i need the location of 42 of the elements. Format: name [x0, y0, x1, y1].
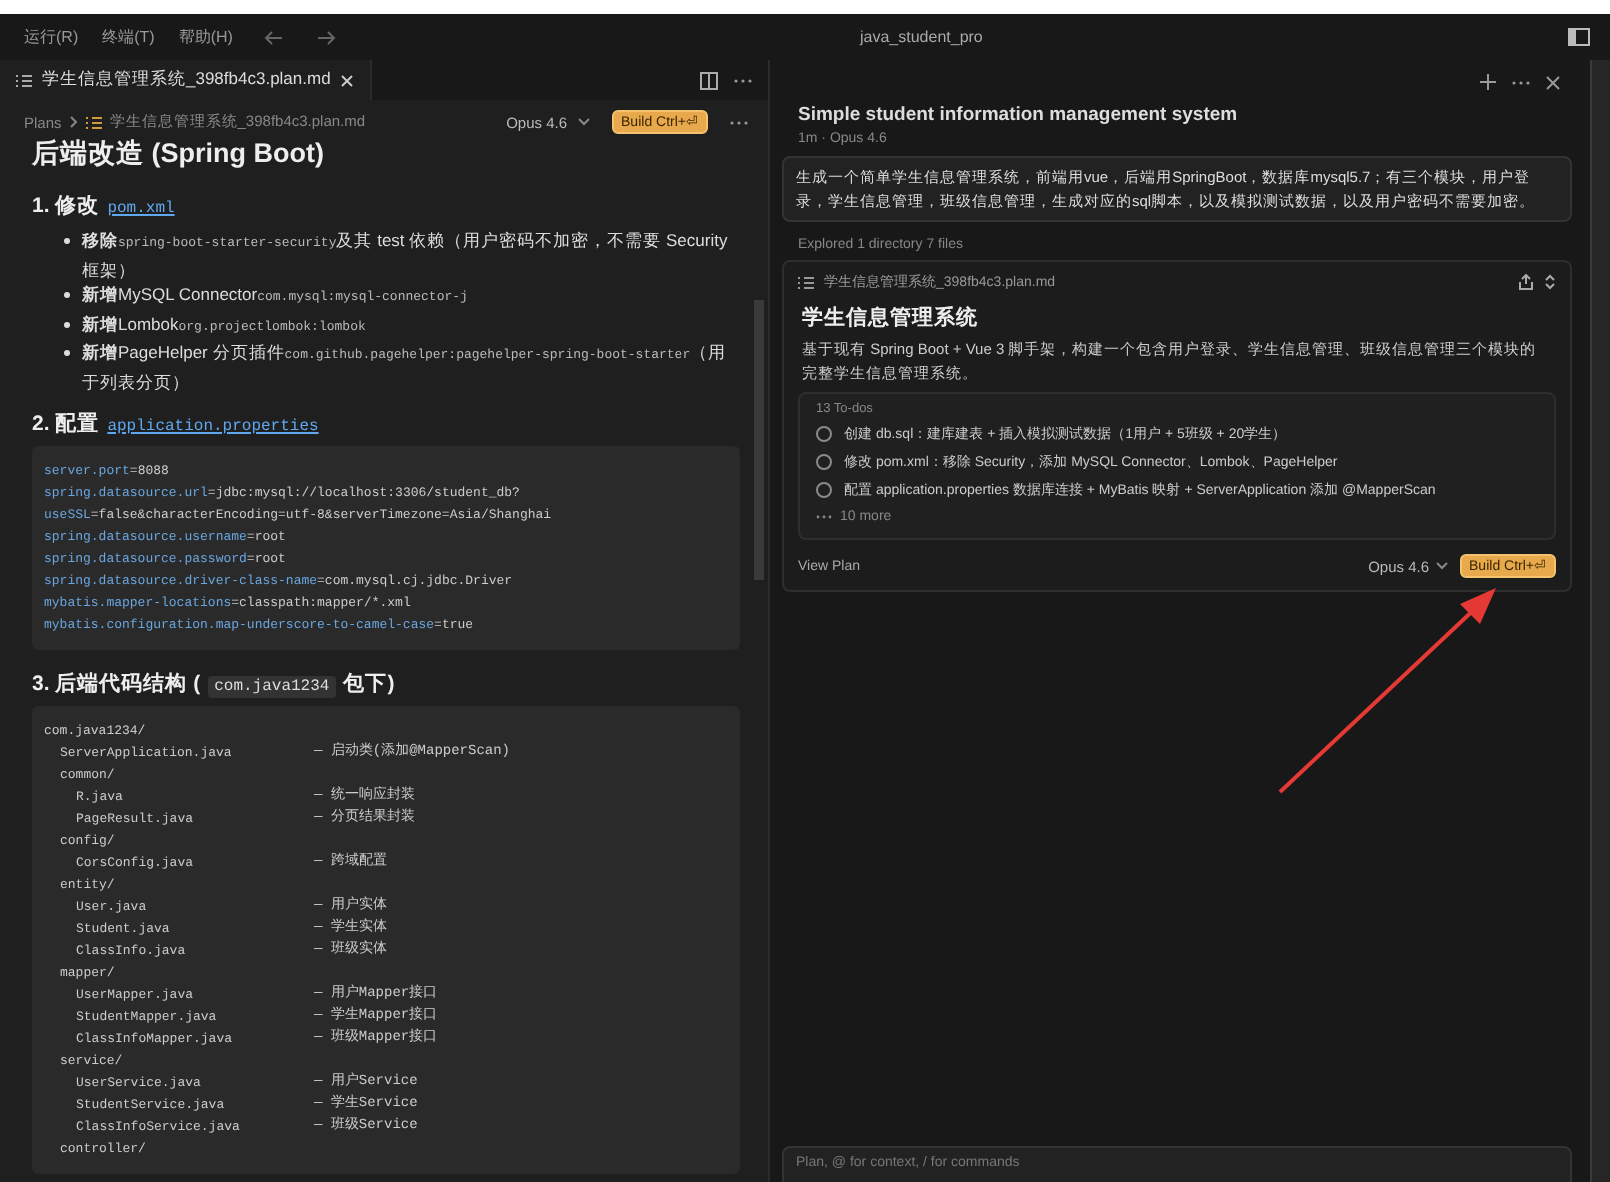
menu-item[interactable]: 帮助(H): [178, 26, 233, 48]
menu-item[interactable]: 运行(R): [24, 26, 79, 48]
code-link[interactable]: pom.xml: [107, 200, 175, 218]
menu-item[interactable]: 终端(T): [102, 26, 155, 48]
plan-title: 学生信息管理系统: [802, 304, 980, 332]
more-icon[interactable]: [1512, 79, 1530, 85]
window-title: java_student_pro: [860, 28, 983, 46]
share-icon[interactable]: [1518, 274, 1534, 290]
bullet-icon: [64, 238, 70, 244]
split-editor-icon[interactable]: [700, 71, 718, 89]
close-icon[interactable]: [1546, 75, 1560, 89]
list-icon: [798, 275, 814, 289]
bullet-icon: [64, 350, 70, 356]
bullet-icon: [64, 292, 70, 298]
inline-code: com.java1234: [208, 676, 336, 698]
editor-tab[interactable]: 学生信息管理系统_398fb4c3.plan.md: [0, 60, 373, 100]
chat-title: Simple student information management system: [798, 104, 1240, 126]
todo-checkbox[interactable]: [816, 426, 832, 442]
chevron-down-icon[interactable]: [1435, 562, 1448, 570]
list-icon: [16, 73, 32, 87]
code-link[interactable]: application.properties: [107, 418, 319, 436]
section-heading: 3. 后端代码结构 (: [32, 670, 201, 698]
section-heading: 1. 修改: [32, 192, 100, 220]
panel-layout-icon[interactable]: [1568, 28, 1590, 46]
add-icon[interactable]: [1480, 74, 1496, 90]
back-icon[interactable]: [264, 29, 285, 45]
section-heading: 2. 配置: [32, 410, 100, 438]
todo-checkbox[interactable]: [816, 482, 832, 498]
list-icon: [85, 115, 102, 129]
more-icon[interactable]: [730, 119, 748, 125]
document-heading: 后端改造 (Spring Boot): [32, 136, 326, 172]
chevron-down-icon[interactable]: [577, 118, 590, 126]
more-icon[interactable]: [734, 77, 752, 83]
bullet-icon: [64, 321, 70, 327]
scrollbar[interactable]: [754, 300, 764, 580]
close-icon[interactable]: [340, 73, 355, 87]
more-icon: [816, 514, 832, 520]
expand-icon[interactable]: [1544, 274, 1556, 290]
chevron-icon: [69, 116, 78, 128]
section-heading: 包下): [343, 670, 395, 698]
forward-icon[interactable]: [316, 29, 337, 45]
todo-checkbox[interactable]: [816, 454, 832, 470]
